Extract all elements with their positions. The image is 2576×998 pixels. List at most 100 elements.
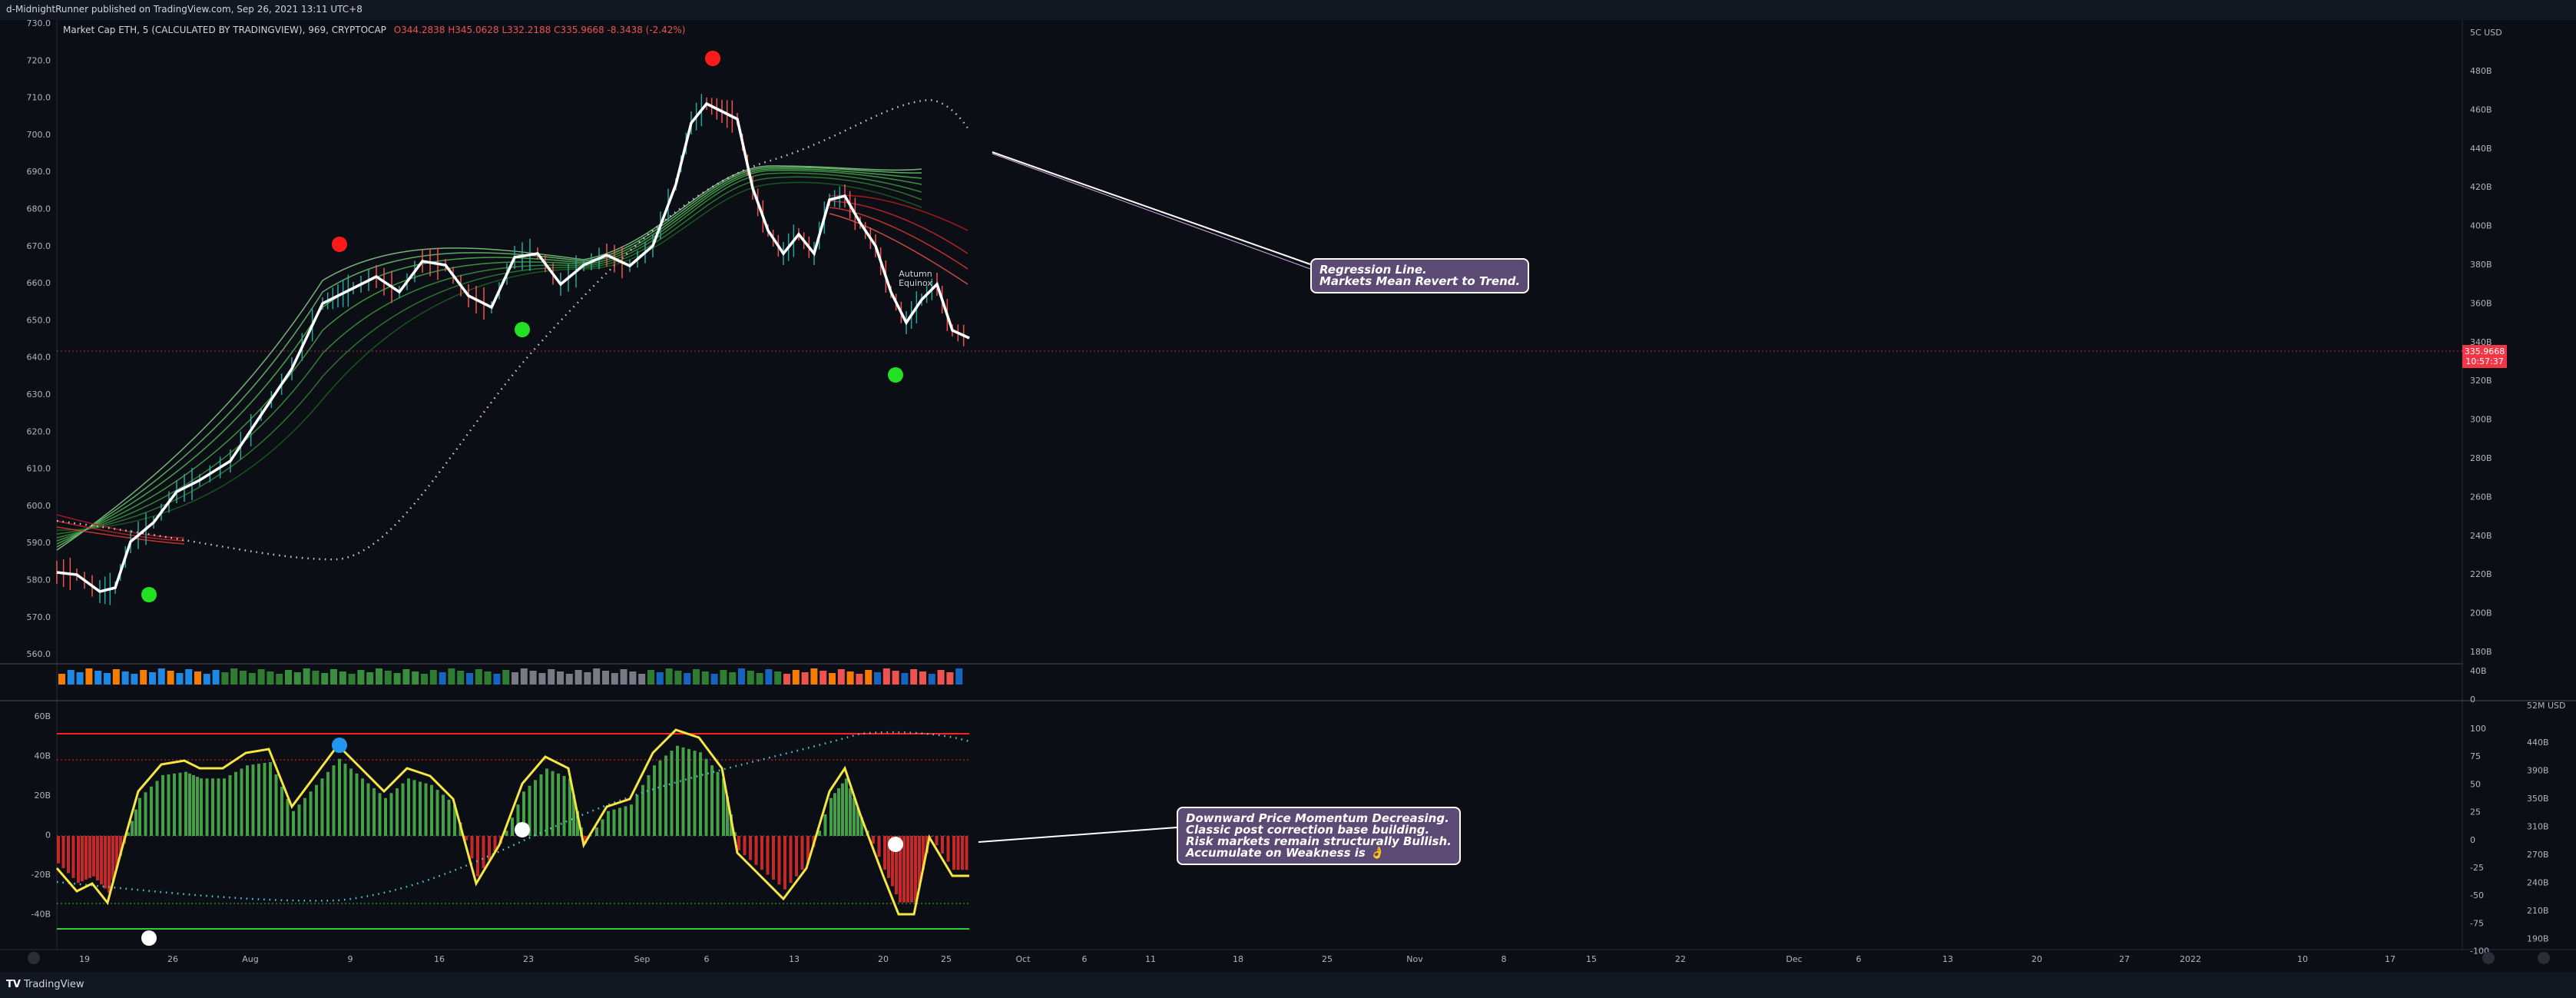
histogram-bar xyxy=(956,836,960,870)
histogram-bar xyxy=(670,751,674,836)
price-tick-label: 630.0 xyxy=(27,390,51,400)
osc-pct-label: 75 xyxy=(2470,751,2481,761)
volume-bar xyxy=(593,668,601,685)
momentum-callout[interactable]: Downward Price Momentum Decreasing. Clas… xyxy=(1177,807,1461,865)
histogram-bar xyxy=(355,773,359,836)
histogram-bar xyxy=(67,836,70,874)
volume-bar xyxy=(701,671,709,685)
histogram-bar xyxy=(104,836,107,889)
histogram-bar xyxy=(545,768,548,836)
volume-bar xyxy=(529,671,537,685)
histogram-bar xyxy=(965,836,968,870)
volume-bar xyxy=(85,668,93,685)
price-tick-label: 600.0 xyxy=(27,501,51,511)
histogram-bar xyxy=(303,797,306,836)
time-axis[interactable]: 19 26 Aug 9 16 23 Sep 6 13 20 25 Oct 6 11 18 25 Nov 8 15 22… xyxy=(79,954,2396,964)
osc-pct-label: -75 xyxy=(2470,918,2484,928)
histogram-bar xyxy=(511,817,514,836)
volume-bar xyxy=(919,671,926,685)
log-scale-button[interactable] xyxy=(2538,952,2550,964)
histogram-bar xyxy=(766,836,770,875)
histogram-bar xyxy=(84,836,88,880)
histogram-bar xyxy=(618,807,621,836)
histogram-bar xyxy=(338,758,341,836)
histogram-bar xyxy=(534,780,537,836)
histogram-bar xyxy=(872,836,875,844)
histogram-bar xyxy=(424,783,428,836)
volume-bar xyxy=(248,673,256,685)
time-tick-label: 19 xyxy=(79,954,90,964)
volume-bar xyxy=(412,671,419,685)
tradingview-logo[interactable]: TV TradingView xyxy=(6,979,84,990)
histogram-bar xyxy=(789,836,793,884)
volume-bar xyxy=(574,670,582,685)
histogram-bar xyxy=(251,764,255,836)
histogram-bar xyxy=(71,836,75,878)
histogram-bar xyxy=(274,774,278,836)
volume-bar xyxy=(720,670,727,685)
volume-bar xyxy=(185,669,193,685)
volume-bar xyxy=(176,673,184,685)
volume-bar xyxy=(756,673,763,685)
osc-pct-label: -50 xyxy=(2470,890,2484,900)
histogram-bar xyxy=(941,836,944,854)
histogram-bar xyxy=(681,747,685,836)
volume-bar xyxy=(502,670,510,685)
histogram-bar xyxy=(783,836,786,890)
volume-bar xyxy=(729,672,737,685)
osc-tick-label: -20B xyxy=(31,870,51,880)
histogram-bar xyxy=(795,836,798,877)
cap-tick-label: 360B xyxy=(2470,298,2492,308)
price-tick-label: 650.0 xyxy=(27,315,51,325)
histogram-bar xyxy=(332,765,336,836)
histogram-bar xyxy=(737,836,740,850)
time-tick-label: 25 xyxy=(1322,954,1333,964)
volume-bar xyxy=(856,674,863,685)
histogram-bar xyxy=(401,783,405,836)
time-tick-label: 13 xyxy=(1942,954,1953,964)
volume-bar xyxy=(892,671,899,685)
histogram-bar xyxy=(326,771,329,836)
volume-bar xyxy=(819,671,827,685)
price-tick-label: 680.0 xyxy=(27,204,51,214)
volume-bar xyxy=(402,669,410,685)
price-tick-label: 730.0 xyxy=(27,20,51,28)
volume-bar xyxy=(457,671,465,685)
regression-callout[interactable]: Regression Line. Markets Mean Revert to … xyxy=(1310,258,1530,293)
ohlc-values: O344.2838 H345.0628 L332.2188 C335.9668 … xyxy=(393,25,686,35)
volume-bar xyxy=(865,670,872,685)
histogram-bar xyxy=(372,787,376,836)
histogram-bar xyxy=(710,765,714,836)
auto-scale-button[interactable] xyxy=(2482,952,2495,964)
volume-bar xyxy=(376,668,382,685)
histogram-bar xyxy=(716,771,720,836)
time-tick-label: 13 xyxy=(789,954,800,964)
histogram-bar xyxy=(108,836,111,893)
volume-bar xyxy=(58,674,65,685)
osc-cap-label: 210B xyxy=(2527,906,2549,916)
histogram-bar xyxy=(883,836,886,870)
histogram-bar xyxy=(396,787,399,836)
symbol-legend[interactable]: Market Cap ETH, 5 (CALCULATED BY TRADING… xyxy=(63,25,686,35)
histogram-bar xyxy=(378,793,382,836)
last-price: 335.9668 xyxy=(2464,346,2505,356)
volume-bar xyxy=(801,672,809,685)
histogram-bar xyxy=(320,778,324,836)
price-tick-label: 620.0 xyxy=(27,426,51,436)
cap-tick-label: 480B xyxy=(2470,66,2492,76)
volume-bar xyxy=(693,669,700,685)
cap-tick-label: 420B xyxy=(2470,182,2492,192)
price-tick-label: 710.0 xyxy=(27,93,51,103)
volume-bar xyxy=(303,668,310,685)
volume-bar xyxy=(285,670,292,685)
histogram-bar xyxy=(447,799,451,836)
scale-toggle-button[interactable] xyxy=(28,952,40,964)
volume-bar xyxy=(221,672,229,685)
cap-tick-label: 280B xyxy=(2470,453,2492,463)
volume-bar xyxy=(194,671,201,685)
last-price-tag: 335.9668 10:57:37 xyxy=(2462,345,2507,368)
buy-signal-dot xyxy=(515,322,530,337)
time-tick-label: 25 xyxy=(941,954,952,964)
histogram-bar xyxy=(442,794,445,836)
histogram-bar xyxy=(800,836,804,870)
